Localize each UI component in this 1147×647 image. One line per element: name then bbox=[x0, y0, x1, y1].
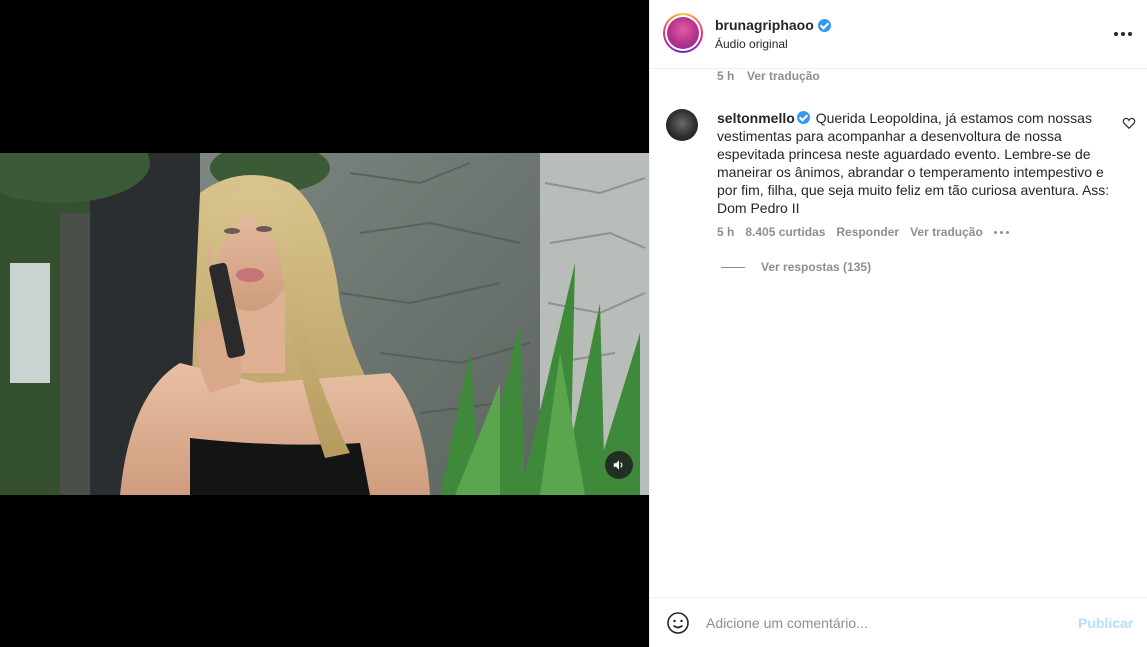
options-dot bbox=[999, 230, 1003, 234]
comment-body: seltonmello Querida Leopoldina, já estam… bbox=[717, 109, 1112, 217]
caption-time[interactable]: 5 h bbox=[717, 69, 734, 83]
post-header: brunagriphaoo Áudio original bbox=[650, 0, 1147, 69]
comment-composer: Publicar bbox=[650, 597, 1147, 647]
author-avatar[interactable] bbox=[663, 13, 703, 53]
commenter-avatar[interactable] bbox=[666, 109, 698, 141]
more-dot bbox=[1114, 32, 1118, 36]
comment-input[interactable] bbox=[706, 612, 1066, 634]
post-media-panel bbox=[0, 0, 649, 647]
view-replies-button[interactable]: Ver respostas (135) bbox=[721, 260, 871, 274]
audio-label[interactable]: Áudio original bbox=[715, 37, 788, 51]
author-username[interactable]: brunagriphaoo bbox=[715, 17, 831, 33]
more-dot bbox=[1128, 32, 1132, 36]
speaker-icon bbox=[613, 460, 623, 470]
reply-button[interactable]: Responder bbox=[836, 225, 899, 239]
video-still-image bbox=[0, 153, 649, 495]
comment-translate-link[interactable]: Ver tradução bbox=[910, 225, 983, 239]
emoji-icon[interactable] bbox=[666, 611, 690, 635]
publish-button[interactable]: Publicar bbox=[1078, 615, 1133, 631]
post-details-panel: brunagriphaoo Áudio original 5 h Ver tra… bbox=[649, 0, 1147, 647]
comment-likes[interactable]: 8.405 curtidas bbox=[745, 225, 825, 239]
comment-time[interactable]: 5 h bbox=[717, 225, 734, 239]
heart-icon[interactable] bbox=[1122, 116, 1136, 130]
author-username-text[interactable]: brunagriphaoo bbox=[715, 17, 814, 33]
avatar-ring-inner bbox=[665, 15, 701, 51]
view-replies-label[interactable]: Ver respostas (135) bbox=[761, 260, 871, 274]
post-video[interactable] bbox=[0, 153, 649, 495]
sound-toggle-button[interactable] bbox=[605, 451, 633, 479]
verified-badge-icon bbox=[796, 111, 810, 124]
more-dot bbox=[1121, 32, 1125, 36]
commenter-username[interactable]: seltonmello bbox=[717, 110, 795, 126]
options-dot bbox=[1005, 230, 1009, 234]
caption-translate-link[interactable]: Ver tradução bbox=[747, 69, 820, 83]
replies-divider bbox=[721, 266, 745, 268]
avatar-picture bbox=[667, 17, 699, 49]
comment-options-icon[interactable] bbox=[993, 230, 1009, 234]
options-dot bbox=[993, 230, 997, 234]
comment-meta-row: 5 h 8.405 curtidas Responder Ver traduçã… bbox=[717, 225, 1009, 239]
verified-badge-icon bbox=[817, 18, 831, 32]
more-options-icon[interactable] bbox=[1113, 24, 1133, 44]
